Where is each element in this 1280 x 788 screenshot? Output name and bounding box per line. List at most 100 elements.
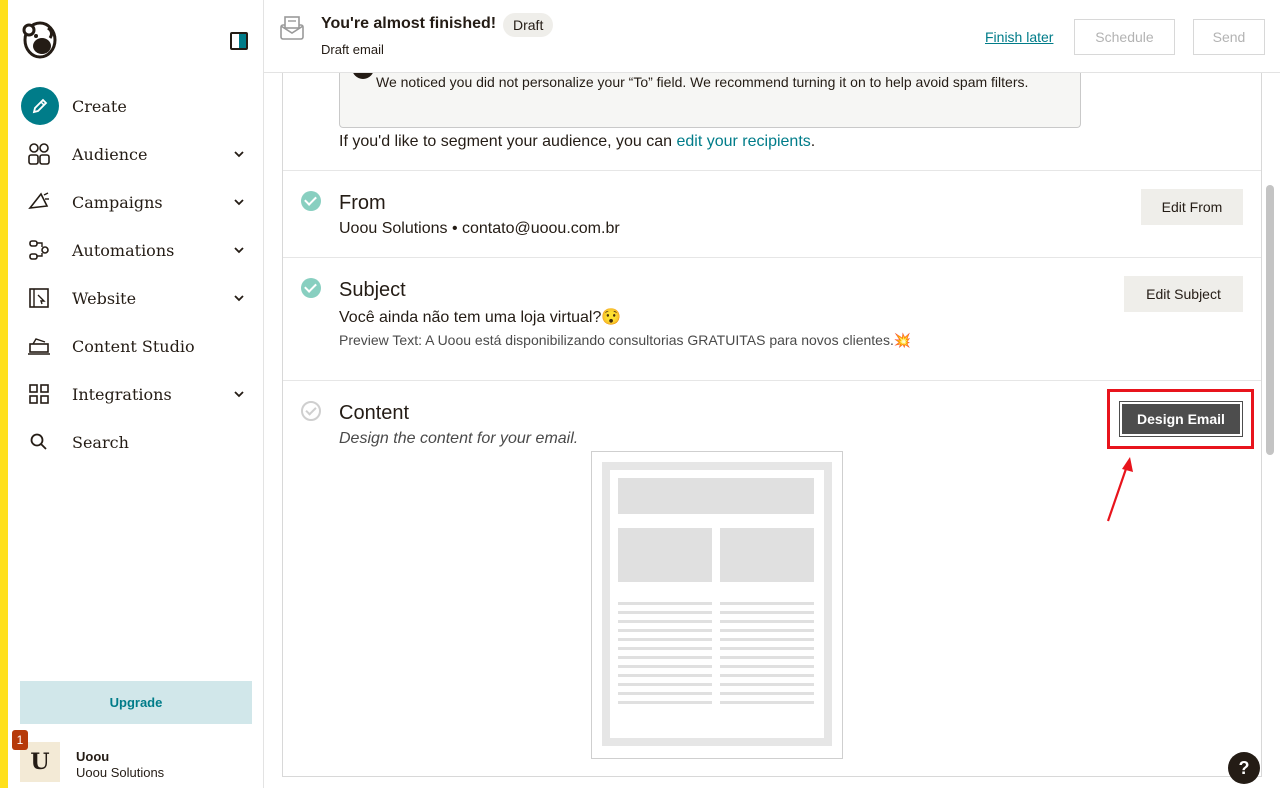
sidebar-item-label: Integrations: [72, 384, 172, 404]
megaphone-icon: [26, 189, 52, 215]
status-badge: Draft: [503, 13, 554, 37]
edit-recipients-link[interactable]: edit your recipients: [676, 133, 810, 150]
search-icon: [26, 429, 52, 455]
help-button[interactable]: ?: [1228, 752, 1260, 784]
template-image-block: [720, 528, 814, 582]
template-text-line: [618, 638, 712, 641]
sidebar-item-label: Create: [72, 96, 127, 116]
template-text-line: [618, 674, 712, 677]
template-text-line: [618, 620, 712, 623]
main-content: We noticed you did not personalize your …: [264, 73, 1280, 788]
template-text-line: [720, 665, 814, 668]
mailchimp-logo-icon[interactable]: [20, 18, 60, 62]
subject-value: Você ainda não tem uma loja virtual?😯: [339, 309, 622, 326]
account-org: Uoou Solutions: [76, 765, 165, 780]
sidebar-item-automations[interactable]: Automations: [8, 226, 264, 274]
sidebar-item-label: Automations: [72, 240, 175, 260]
segment-text: If you'd like to segment your audience, …: [339, 133, 815, 151]
sidebar-item-label: Audience: [72, 144, 148, 164]
check-complete-icon: [301, 191, 321, 211]
schedule-button[interactable]: Schedule: [1074, 19, 1175, 55]
grid-icon: [26, 381, 52, 407]
sidebar-item-website[interactable]: Website: [8, 274, 264, 322]
sidebar-item-label: Website: [72, 288, 137, 308]
checklist-card: We noticed you did not personalize your …: [282, 73, 1262, 777]
email-template-preview: [591, 451, 843, 759]
sidebar-item-label: Search: [72, 432, 129, 452]
pencil-icon: [21, 87, 59, 125]
sidebar-item-search[interactable]: Search: [8, 418, 264, 466]
template-text-line: [720, 647, 814, 650]
sidebar-item-create[interactable]: Create: [8, 82, 264, 130]
template-text-line: [720, 620, 814, 623]
collapse-sidebar-button[interactable]: [230, 32, 248, 50]
chevron-down-icon: [234, 151, 244, 158]
content-studio-icon: [26, 333, 52, 359]
template-text-line: [618, 692, 712, 695]
template-image-block: [618, 528, 712, 582]
template-text-line: [618, 683, 712, 686]
sidebar-item-label: Campaigns: [72, 192, 163, 212]
chevron-down-icon: [234, 199, 244, 206]
chevron-down-icon: [234, 391, 244, 398]
automations-icon: [26, 237, 52, 263]
page-title: You're almost finished!: [321, 15, 497, 32]
scrollbar[interactable]: [1266, 185, 1274, 455]
send-button[interactable]: Send: [1193, 19, 1265, 55]
segment-prefix: If you'd like to segment your audience, …: [339, 133, 677, 150]
subject-title: Subject: [339, 279, 406, 301]
template-text-line: [618, 629, 712, 632]
website-icon: [26, 285, 52, 311]
template-text-line: [618, 647, 712, 650]
sidebar: Create Audience Campaigns Automations We…: [8, 0, 264, 788]
template-text-line: [618, 656, 712, 659]
template-text-line: [720, 701, 814, 704]
preview-text: Preview Text: A Uoou está disponibilizan…: [339, 332, 912, 348]
finish-later-link[interactable]: Finish later: [985, 29, 1053, 45]
divider: [283, 257, 1261, 258]
content-title: Content: [339, 402, 410, 424]
template-text-line: [618, 602, 712, 605]
content-description: Design the content for your email.: [339, 430, 579, 447]
upgrade-button[interactable]: Upgrade: [20, 681, 252, 724]
sidebar-item-content-studio[interactable]: Content Studio: [8, 322, 264, 370]
template-text-line: [720, 674, 814, 677]
email-draft-icon: [279, 15, 305, 41]
design-email-button[interactable]: Design Email: [1119, 401, 1243, 437]
template-text-line: [618, 611, 712, 614]
template-text-line: [618, 701, 712, 704]
template-text-line: [720, 629, 814, 632]
divider: [283, 170, 1261, 171]
sidebar-nav: Create Audience Campaigns Automations We…: [8, 82, 264, 466]
edit-subject-button[interactable]: Edit Subject: [1124, 276, 1243, 312]
from-value: Uoou Solutions • contato@uoou.com.br: [339, 220, 620, 237]
from-title: From: [339, 192, 386, 214]
page-subtitle: Draft email: [321, 42, 384, 57]
notice-text: We noticed you did not personalize your …: [376, 74, 1029, 90]
template-text-line: [720, 638, 814, 641]
template-text-line: [720, 656, 814, 659]
sidebar-item-integrations[interactable]: Integrations: [8, 370, 264, 418]
sidebar-item-campaigns[interactable]: Campaigns: [8, 178, 264, 226]
template-header-block: [618, 478, 814, 514]
info-icon: [352, 73, 374, 79]
template-text-line: [618, 665, 712, 668]
sidebar-item-audience[interactable]: Audience: [8, 130, 264, 178]
header: You're almost finished! Draft Draft emai…: [264, 0, 1280, 73]
template-page: [602, 462, 832, 746]
check-pending-icon: [301, 401, 321, 421]
chevron-down-icon: [234, 247, 244, 254]
chevron-down-icon: [234, 295, 244, 302]
personalization-notice: We noticed you did not personalize your …: [339, 73, 1081, 128]
divider: [283, 380, 1261, 381]
check-complete-icon: [301, 278, 321, 298]
account-name: Uoou: [76, 749, 110, 764]
segment-suffix: .: [810, 133, 816, 150]
edit-from-button[interactable]: Edit From: [1141, 189, 1243, 225]
template-text-line: [720, 602, 814, 605]
account-menu[interactable]: U 1 Uoou Uoou Solutions: [12, 730, 260, 784]
template-text-line: [720, 683, 814, 686]
template-inner: [610, 470, 824, 738]
template-text-line: [720, 611, 814, 614]
audience-icon: [26, 141, 52, 167]
